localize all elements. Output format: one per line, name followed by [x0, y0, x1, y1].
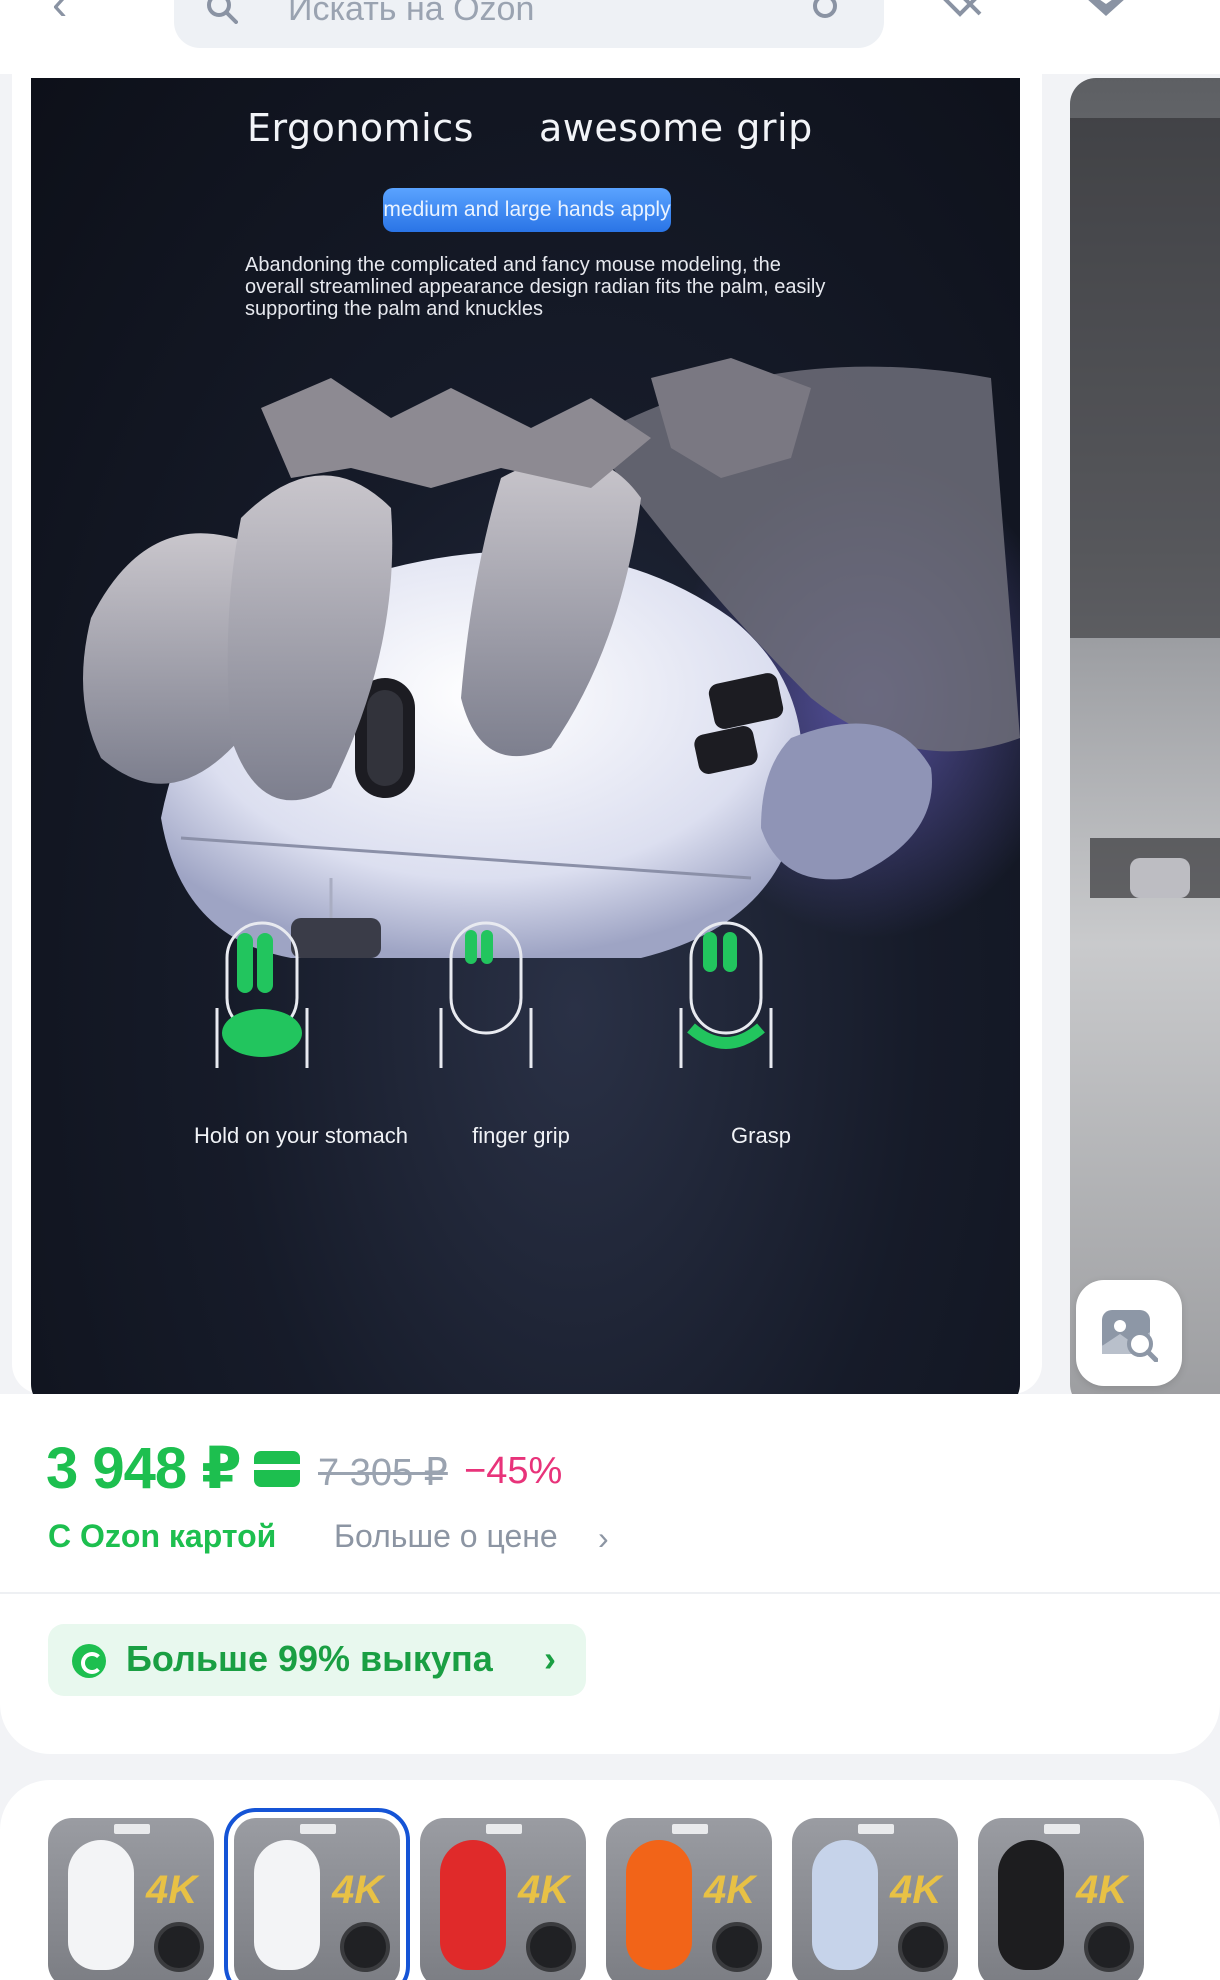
claw-grip-icon	[679, 921, 773, 1068]
variant-swatch[interactable]: 4K	[978, 1818, 1144, 1980]
image-search-icon	[1102, 1310, 1158, 1362]
mouse-thumbnail	[626, 1840, 692, 1970]
with-ozon-card-label: С Ozon картой	[48, 1518, 277, 1554]
variant-swatch[interactable]: 4K	[48, 1818, 214, 1980]
product-image[interactable]: Ergonomics awesome grip medium and large…	[31, 78, 1020, 1410]
variant-box-tag	[1044, 1824, 1080, 1834]
grip-label-finger: finger grip	[472, 1123, 570, 1148]
search-placeholder: Искать на Ozon	[288, 0, 535, 28]
grip-label-palm: Hold on your stomach	[194, 1123, 408, 1148]
grip-label-grasp: Grasp	[731, 1123, 791, 1148]
variant-swatch[interactable]: 4K	[606, 1818, 772, 1980]
variant-swatch[interactable]: 4K	[420, 1818, 586, 1980]
receiver-dock-thumbnail	[154, 1922, 204, 1972]
chevron-right-icon[interactable]: ›	[598, 1520, 609, 1557]
variant-label: 4K	[1076, 1868, 1128, 1912]
visual-search-button[interactable]	[1076, 1280, 1182, 1386]
palm-grip-icon	[215, 921, 309, 1068]
hero-heading-right: awesome grip	[539, 106, 813, 150]
hero-badge: medium and large hands apply	[383, 188, 671, 232]
mouse-thumbnail	[254, 1840, 320, 1970]
product-page: ‹ Искать на Ozon Ergonomics awesome grip…	[0, 0, 1220, 1980]
discount-badge: −45%	[464, 1450, 563, 1492]
receiver-dock-thumbnail	[526, 1922, 576, 1972]
mouse-thumbnail	[998, 1840, 1064, 1970]
current-price: 3 948 ₽	[46, 1436, 242, 1501]
receiver-dock-thumbnail	[1084, 1922, 1134, 1972]
receiver-dock-thumbnail	[340, 1922, 390, 1972]
search-icon	[207, 0, 238, 24]
back-arrow-icon[interactable]: ‹	[52, 0, 112, 36]
top-bar: ‹ Искать на Ozon	[0, 0, 1220, 74]
variant-swatch[interactable]: 4K	[792, 1818, 958, 1980]
receiver-dock-thumbnail	[712, 1922, 762, 1972]
variant-label: 4K	[890, 1868, 942, 1912]
camera-icon[interactable]	[806, 0, 844, 28]
divider	[0, 1592, 1220, 1594]
variant-label: 4K	[704, 1868, 756, 1912]
chevron-right-icon: ›	[544, 1638, 556, 1679]
hero-description: Abandoning the complicated and fancy mou…	[245, 254, 826, 320]
buyout-badge[interactable]: Больше 99% выкупа ›	[48, 1624, 586, 1696]
mouse-thumbnail	[440, 1840, 506, 1970]
shield-icon[interactable]	[1082, 0, 1130, 20]
finger-grip-icon	[439, 921, 533, 1068]
variant-swatch[interactable]: 4K	[224, 1808, 410, 1980]
ozon-card-icon	[254, 1451, 300, 1487]
variant-box-tag	[858, 1824, 894, 1834]
search-input[interactable]: Искать на Ozon	[174, 0, 884, 48]
old-price: 7 305 ₽	[318, 1452, 448, 1494]
receiver-dock-thumbnail	[898, 1922, 948, 1972]
variant-box-tag	[300, 1824, 336, 1834]
mouse-thumbnail	[68, 1840, 134, 1970]
variant-box-tag	[114, 1824, 150, 1834]
price-card: 3 948 ₽ 7 305 ₽ −45% С Ozon картой Больш…	[0, 1394, 1220, 1754]
more-about-price-link[interactable]: Больше о цене	[334, 1518, 558, 1555]
color-variants: 4K 4K 4K 4K 4K 4K	[0, 1780, 1220, 1980]
mouse-thumbnail	[812, 1840, 878, 1970]
buyout-label: Больше 99% выкупа	[126, 1638, 493, 1679]
buyout-icon	[72, 1644, 106, 1678]
variant-label: 4K	[332, 1868, 384, 1912]
hero-heading-left: Ergonomics	[247, 106, 474, 150]
variant-label: 4K	[146, 1868, 198, 1912]
variant-box-tag	[486, 1824, 522, 1834]
next-product-image[interactable]	[1070, 78, 1220, 1410]
variant-label: 4K	[518, 1868, 570, 1912]
variant-box-tag	[672, 1824, 708, 1834]
share-icon[interactable]	[940, 0, 996, 22]
